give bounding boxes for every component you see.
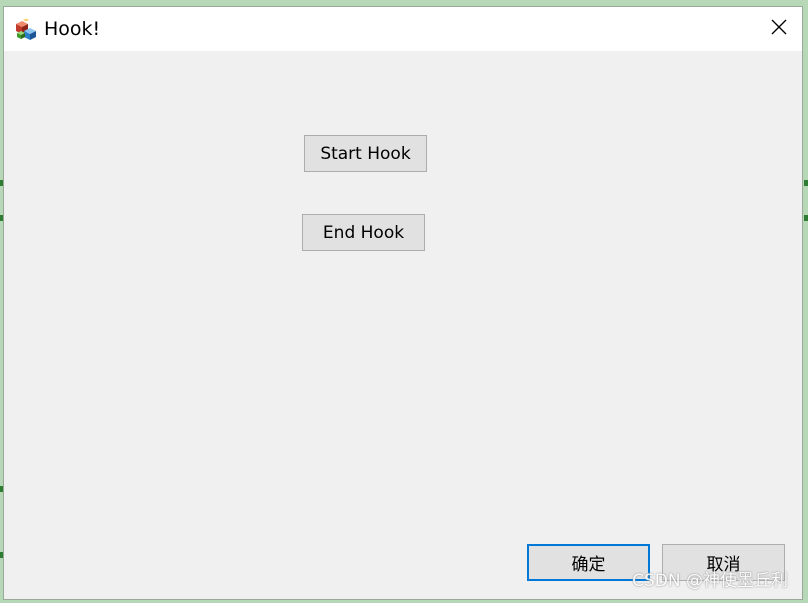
- background-mark: [804, 215, 808, 221]
- colored-cubes-icon: [14, 18, 38, 40]
- dialog-window: Hook! Start Hook End Hook 确定 取消 CSDN @神使…: [3, 6, 803, 600]
- end-hook-button[interactable]: End Hook: [302, 214, 425, 251]
- start-hook-button[interactable]: Start Hook: [304, 135, 427, 172]
- close-icon: [771, 19, 787, 39]
- watermark-text: CSDN @神使墨丘利: [632, 571, 788, 591]
- background-mark: [804, 180, 808, 186]
- window-title: Hook!: [44, 18, 101, 40]
- dialog-client-area: Start Hook End Hook 确定 取消 CSDN @神使墨丘利: [4, 51, 802, 599]
- title-bar[interactable]: Hook!: [4, 7, 802, 51]
- close-button[interactable]: [756, 7, 802, 51]
